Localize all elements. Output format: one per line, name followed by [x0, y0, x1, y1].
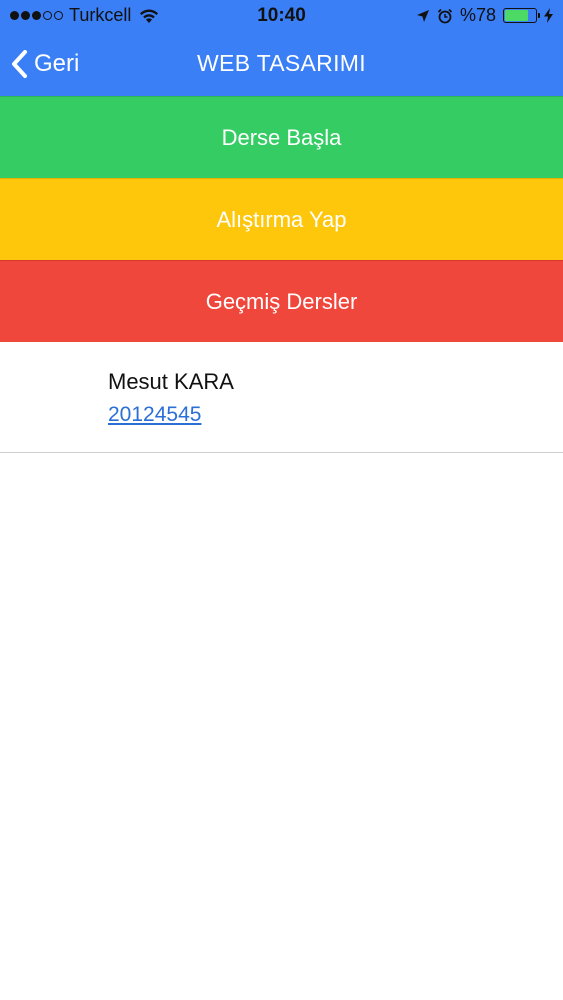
practice-button[interactable]: Alıştırma Yap	[0, 178, 563, 260]
battery-percent: %78	[459, 5, 496, 25]
navigation-bar: Geri WEB TASARIMI	[0, 32, 563, 96]
app-screen: Turkcell 10:40 %78 Geri WEB TASARIMI Der…	[0, 0, 563, 1000]
location-arrow-icon	[416, 9, 429, 22]
battery-level	[505, 10, 529, 21]
user-name: Mesut KARA	[108, 369, 234, 394]
status-bar: Turkcell 10:40 %78	[0, 0, 563, 32]
past-lessons-label: Geçmiş Dersler	[205, 288, 358, 314]
status-right: %78	[416, 5, 553, 26]
header: Turkcell 10:40 %78 Geri WEB TASARIMI	[0, 0, 563, 96]
battery-cap	[538, 13, 540, 18]
start-lesson-label: Derse Başla	[221, 124, 342, 150]
user-id-link[interactable]: 20124545	[108, 403, 201, 427]
user-info-row: Mesut KARA 20124545	[0, 342, 563, 453]
past-lessons-button[interactable]: Geçmiş Dersler	[0, 260, 563, 342]
practice-label: Alıştırma Yap	[216, 206, 347, 232]
start-lesson-button[interactable]: Derse Başla	[0, 96, 563, 178]
alarm-clock-icon	[437, 8, 453, 23]
page-title: WEB TASARIMI	[197, 50, 366, 76]
battery-icon	[503, 8, 540, 23]
charging-bolt-icon	[544, 8, 553, 23]
